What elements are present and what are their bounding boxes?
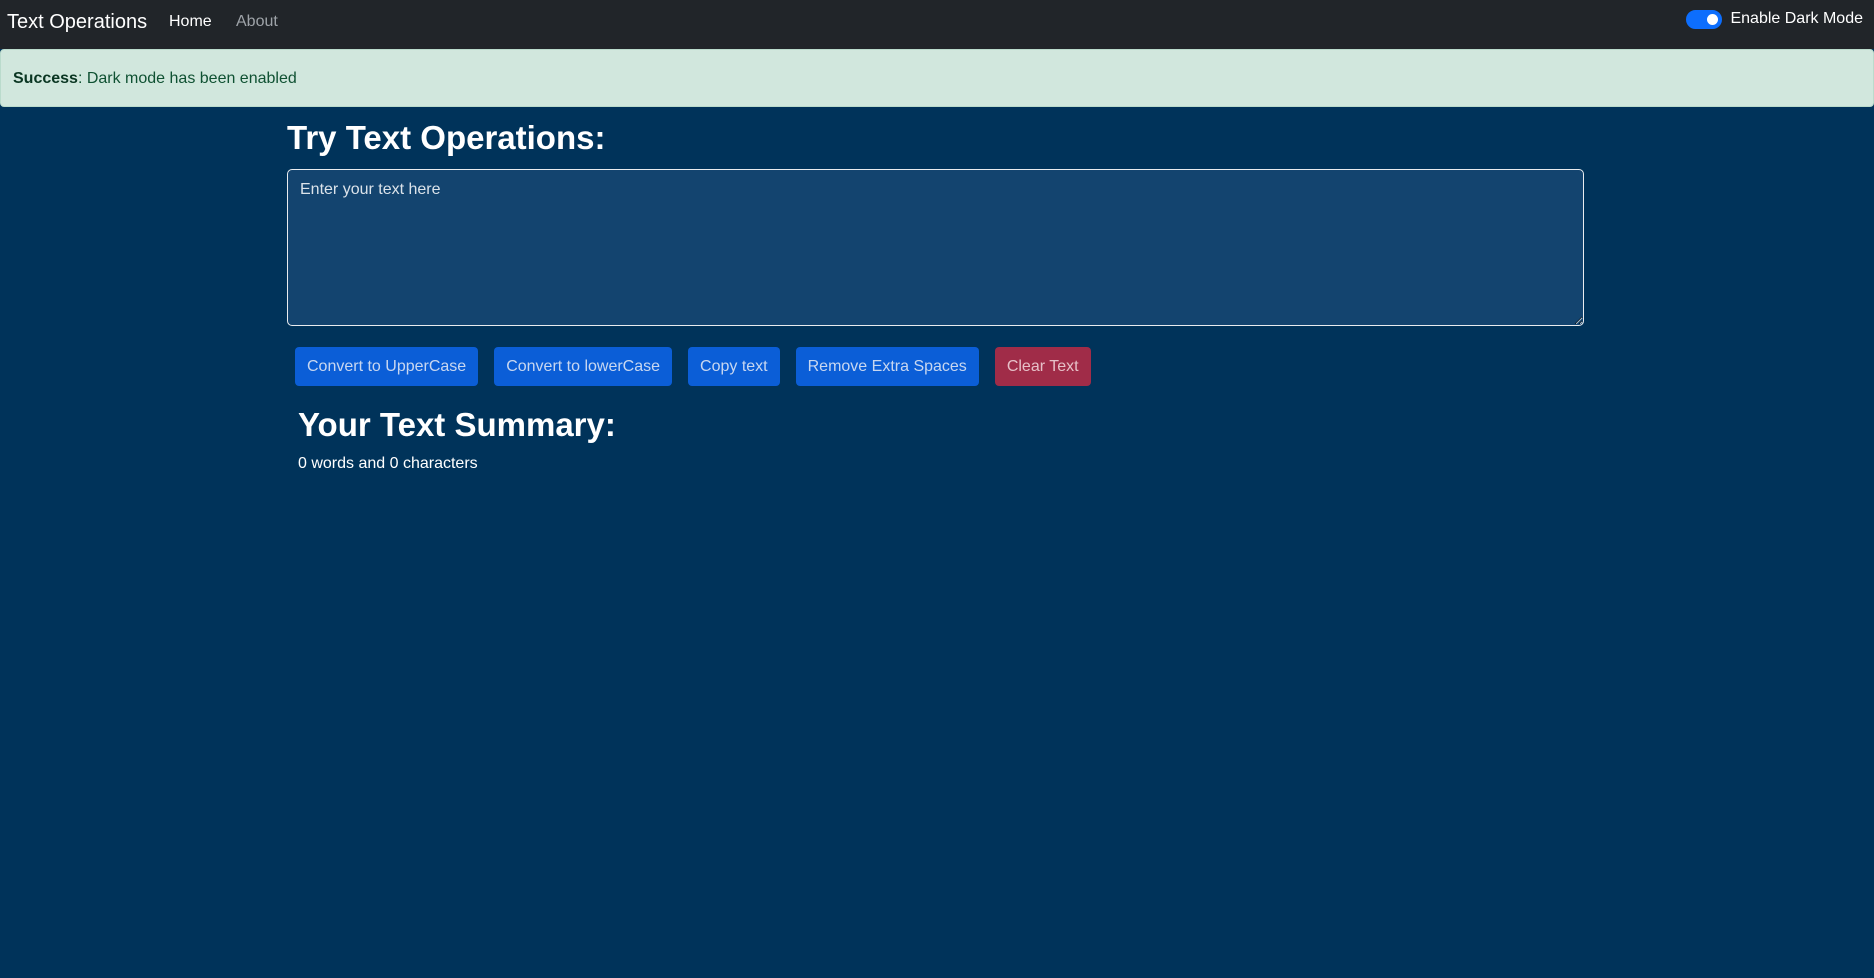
switch-knob [1707,13,1719,25]
action-buttons: Convert to UpperCase Convert to lowerCas… [295,347,1091,386]
navbar-brand[interactable]: Text Operations [7,10,147,34]
summary-text: 0 words and 0 characters [298,455,478,472]
remove-extra-spaces-button[interactable]: Remove Extra Spaces [795,347,979,386]
success-alert: Success: Dark mode has been enabled [0,49,1874,107]
dark-mode-toggle-group: Enable Dark Mode [1686,9,1863,29]
alert-message: : Dark mode has been enabled [77,70,297,87]
copy-text-button[interactable]: Copy text [688,347,780,386]
dark-mode-label[interactable]: Enable Dark Mode [1730,9,1863,29]
alert-type: Success [13,70,78,87]
clear-text-button[interactable]: Clear Text [994,347,1091,386]
text-input[interactable] [287,169,1584,326]
uppercase-button[interactable]: Convert to UpperCase [295,347,479,386]
navbar: Text Operations Home About Enable Dark M… [0,0,1874,49]
nav-link-about[interactable]: About [236,12,278,32]
page-title: Try Text Operations: [287,119,606,156]
summary-heading: Your Text Summary: [298,406,616,443]
nav-link-home[interactable]: Home [169,12,212,32]
dark-mode-switch[interactable] [1686,9,1723,29]
lowercase-button[interactable]: Convert to lowerCase [494,347,673,386]
